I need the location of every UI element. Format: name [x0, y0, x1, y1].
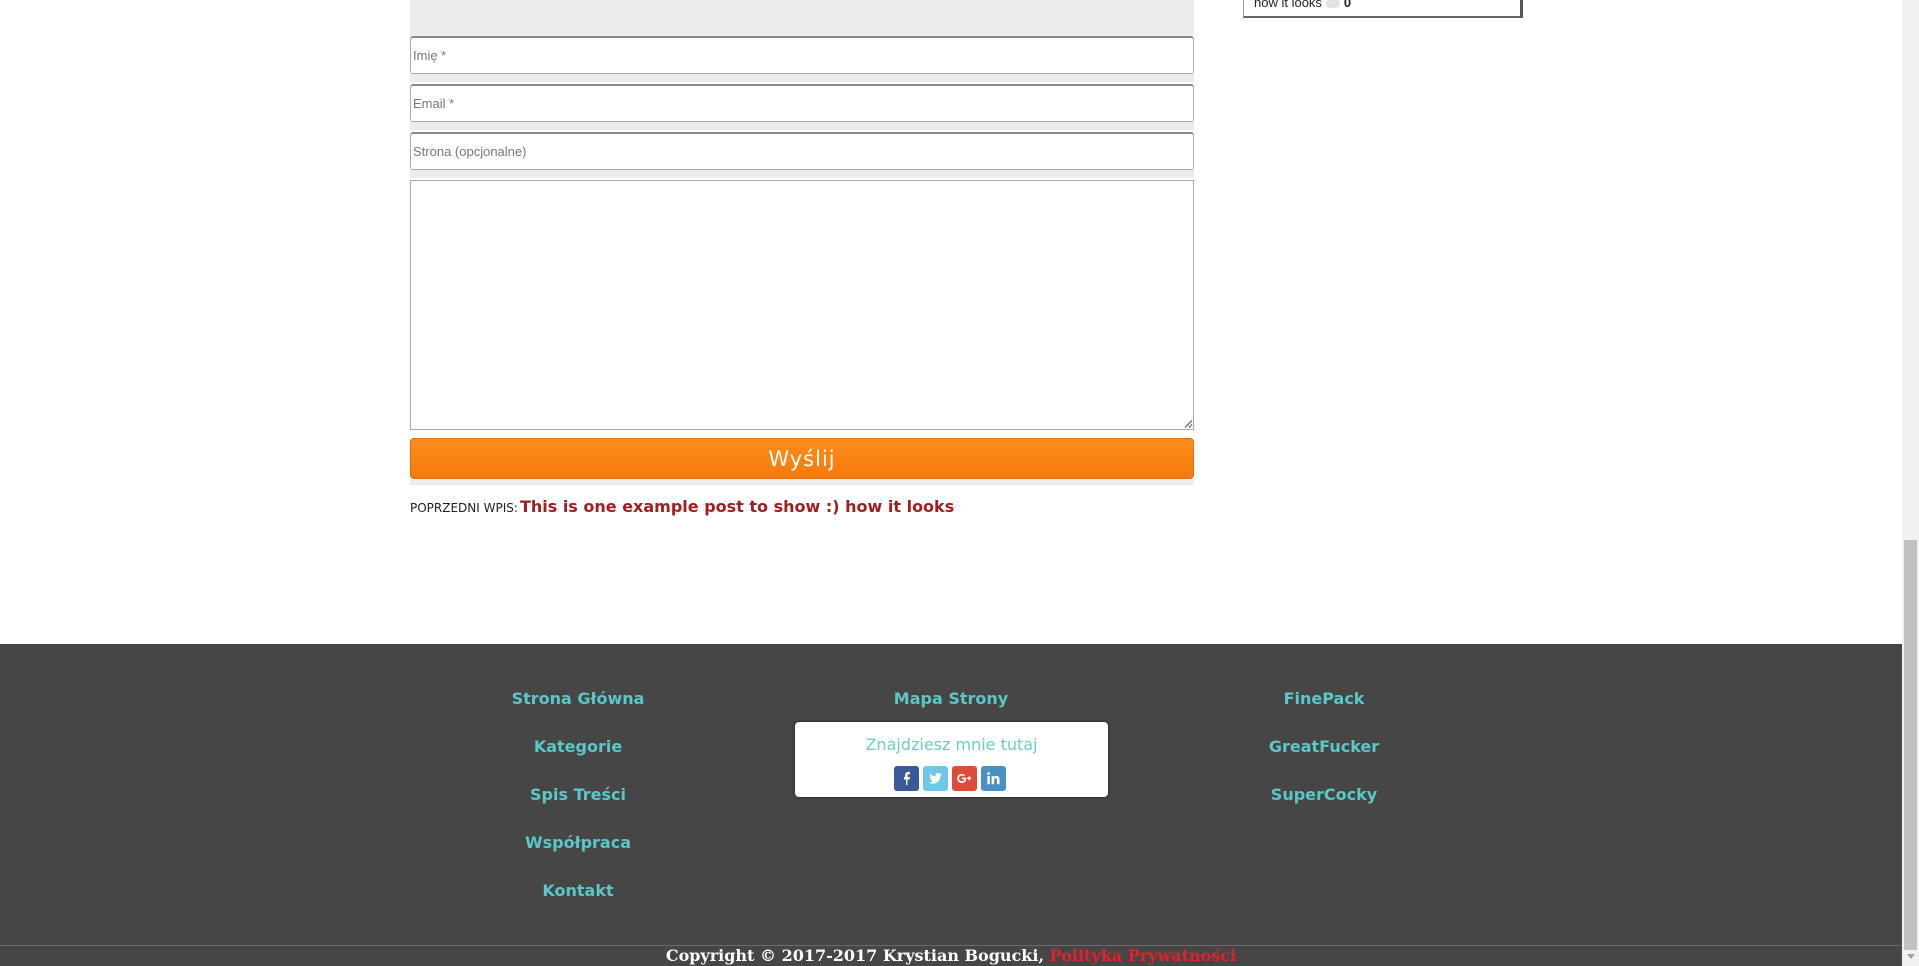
previous-post-nav: POPRZEDNI WPIS: This is one example post… [410, 497, 954, 516]
sidebar-widget-text[interactable]: how it looks [1254, 0, 1322, 10]
comment-count: 0 [1343, 0, 1352, 10]
email-input[interactable] [410, 84, 1194, 122]
twitter-icon[interactable] [923, 766, 948, 791]
scroll-down-arrow-icon[interactable] [1907, 954, 1915, 959]
scrollbar-thumb[interactable] [1904, 540, 1917, 950]
social-title: Znajdziesz mnie tutaj [865, 735, 1038, 754]
field-separator [410, 74, 1194, 82]
page: Wyślij POPRZEDNI WPIS: This is one examp… [0, 0, 1902, 966]
previous-post-link[interactable]: This is one example post to show :) how … [520, 497, 954, 516]
field-separator [410, 122, 1194, 130]
field-separator [410, 170, 1194, 178]
footer-link-cooperation[interactable]: Współpraca [525, 833, 631, 852]
form-top-band [410, 0, 1194, 36]
footer-link-sitemap[interactable]: Mapa Strony [894, 689, 1008, 708]
google-plus-icon[interactable] [952, 766, 977, 791]
footer-link-contents[interactable]: Spis Treści [530, 785, 626, 804]
previous-post-label: POPRZEDNI WPIS: [410, 501, 518, 515]
website-input[interactable] [410, 132, 1194, 170]
copyright-text: Copyright © 2017-2017 Krystian Bogucki, [665, 946, 1045, 965]
resize-grip-icon[interactable] [1183, 418, 1193, 428]
footer-link-supercocky[interactable]: SuperCocky [1271, 785, 1377, 804]
facebook-icon[interactable] [894, 766, 919, 791]
social-box: Znajdziesz mnie tutaj [795, 722, 1108, 797]
privacy-policy-link[interactable]: Polityka Prywatności [1050, 946, 1237, 965]
footer-link-greatfucker[interactable]: GreatFucker [1269, 737, 1379, 756]
name-input[interactable] [410, 36, 1194, 74]
submit-button-shadow [410, 479, 1194, 485]
copyright: Copyright © 2017-2017 Krystian Bogucki, … [0, 946, 1902, 965]
social-icons [894, 766, 1006, 791]
vertical-scrollbar[interactable] [1902, 0, 1919, 966]
sidebar-widget: how it looks 0 [1243, 0, 1523, 18]
footer-link-finepack[interactable]: FinePack [1284, 689, 1365, 708]
linkedin-icon[interactable] [981, 766, 1006, 791]
comment-bubble-icon [1325, 0, 1340, 8]
footer-link-categories[interactable]: Kategorie [534, 737, 622, 756]
footer-link-contact[interactable]: Kontakt [542, 881, 613, 900]
submit-button-label: Wyślij [768, 446, 836, 471]
submit-button[interactable]: Wyślij [410, 438, 1194, 479]
footer-link-home[interactable]: Strona Główna [512, 689, 645, 708]
comment-textarea[interactable] [410, 180, 1194, 430]
